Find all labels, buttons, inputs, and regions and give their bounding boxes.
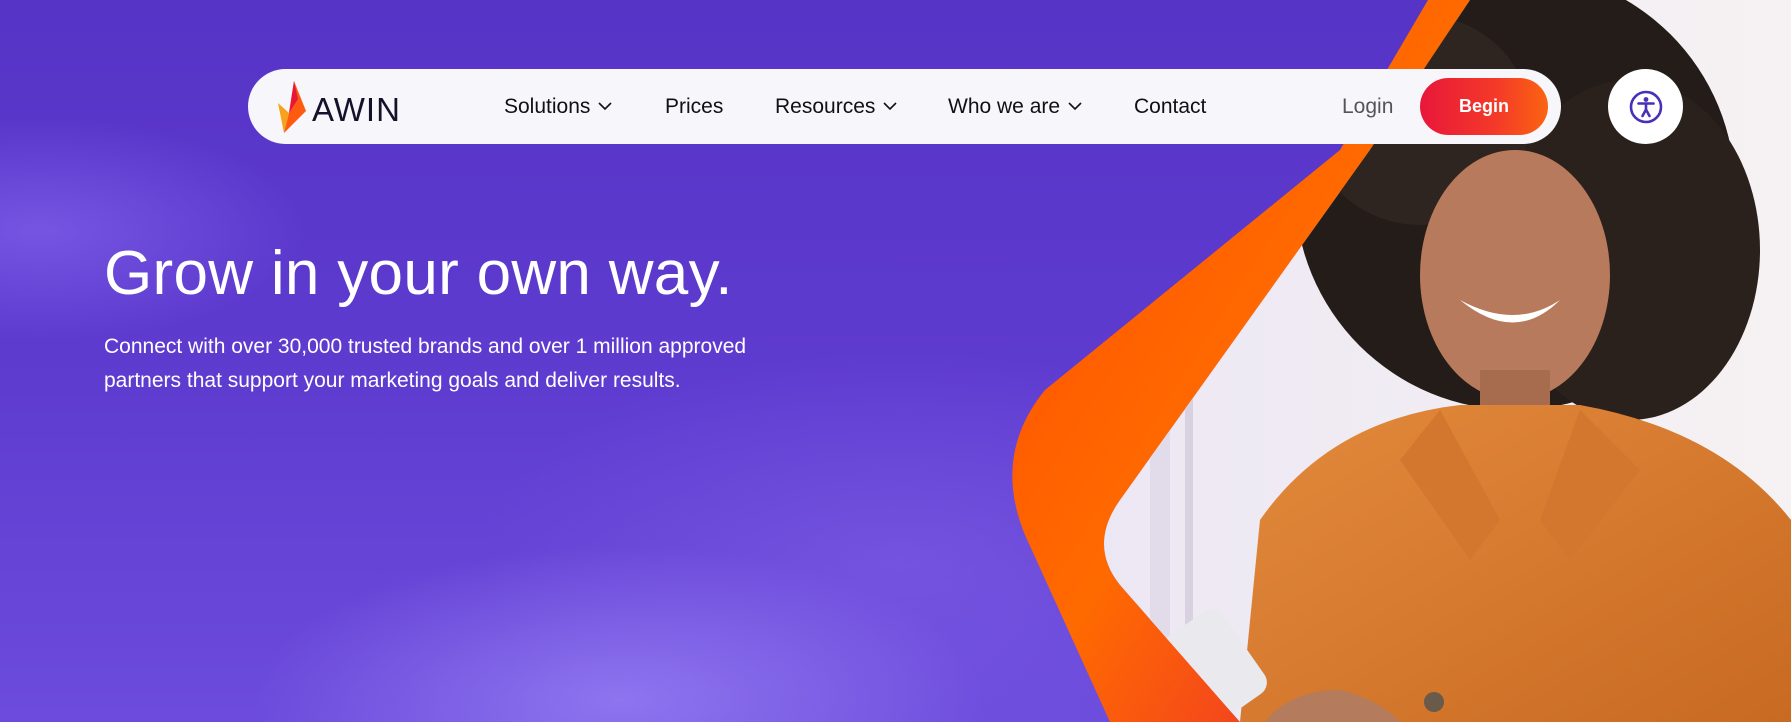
brand-name: AWIN: [312, 91, 401, 128]
nav-solutions-label: Solutions: [504, 94, 591, 118]
accessibility-icon: [1629, 90, 1662, 123]
hero-subtitle-line-2: partners that support your marketing goa…: [104, 369, 681, 392]
top-navbar: AWIN Solutions Prices Resources Who we a…: [248, 69, 1561, 144]
hero-title: Grow in your own way.: [104, 239, 733, 308]
nav-prices-label: Prices: [665, 94, 724, 118]
awin-logo[interactable]: AWIN: [276, 81, 401, 133]
nav-resources-label: Resources: [775, 94, 876, 118]
chevron-down-icon: [883, 102, 897, 111]
hero-subtitle: Connect with over 30,000 trusted brands …: [104, 330, 804, 398]
nav-who-we-are[interactable]: Who we are: [948, 69, 1082, 144]
nav-prices[interactable]: Prices: [665, 69, 723, 144]
begin-button[interactable]: Begin: [1420, 78, 1548, 135]
awin-flame-icon: [278, 81, 306, 133]
chevron-down-icon: [598, 102, 612, 111]
login-link[interactable]: Login: [1342, 69, 1393, 144]
nav-solutions[interactable]: Solutions: [504, 69, 612, 144]
nav-who-we-are-label: Who we are: [948, 94, 1061, 118]
accessibility-button[interactable]: [1608, 69, 1683, 144]
nav-resources[interactable]: Resources: [775, 69, 897, 144]
hero-subtitle-line-1: Connect with over 30,000 trusted brands …: [104, 335, 747, 358]
chevron-down-icon: [1068, 102, 1082, 111]
nav-contact[interactable]: Contact: [1134, 69, 1206, 144]
nav-contact-label: Contact: [1134, 94, 1207, 118]
